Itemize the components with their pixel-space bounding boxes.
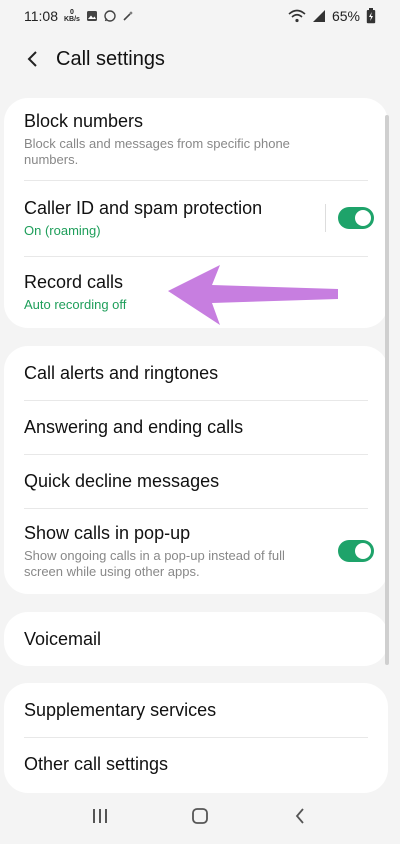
- network-speed: 0 KB/s: [64, 9, 80, 23]
- caller-id-item[interactable]: Caller ID and spam protection On (roamin…: [4, 180, 388, 256]
- toggle-divider: [325, 204, 326, 232]
- status-left: 11:08 0 KB/s: [24, 8, 134, 24]
- status-bar: 11:08 0 KB/s 65%: [0, 0, 400, 32]
- signal-icon: [312, 10, 325, 22]
- recents-button[interactable]: [80, 796, 120, 836]
- status-right: 65%: [288, 8, 376, 24]
- caller-id-title: Caller ID and spam protection: [24, 197, 263, 218]
- network-speed-value: 0: [70, 9, 74, 16]
- wifi-icon: [288, 9, 306, 23]
- caller-id-toggle[interactable]: [338, 207, 374, 229]
- supplementary-title: Supplementary services: [24, 699, 217, 720]
- annotation-arrow-icon: [168, 265, 338, 325]
- answering-ending-item[interactable]: Answering and ending calls: [4, 400, 388, 454]
- settings-group-2: Call alerts and ringtones Answering and …: [4, 346, 388, 594]
- nav-back-button[interactable]: [280, 796, 320, 836]
- whatsapp-icon: [104, 10, 116, 22]
- popup-calls-toggle[interactable]: [338, 540, 374, 562]
- answering-ending-title: Answering and ending calls: [24, 416, 244, 437]
- battery-percent: 65%: [331, 8, 360, 24]
- settings-group-4: Supplementary services Other call settin…: [4, 683, 388, 793]
- popup-calls-item[interactable]: Show calls in pop-up Show ongoing calls …: [4, 508, 388, 594]
- block-numbers-item[interactable]: Block numbers Block calls and messages f…: [4, 98, 388, 180]
- block-numbers-subtitle: Block calls and messages from specific p…: [24, 135, 290, 167]
- other-settings-title: Other call settings: [24, 753, 169, 774]
- home-button[interactable]: [180, 796, 220, 836]
- caller-id-status: On (roaming): [24, 222, 101, 238]
- recents-icon: [93, 809, 107, 823]
- app-header: Call settings: [0, 36, 400, 82]
- back-button[interactable]: [18, 44, 48, 74]
- back-icon: [295, 808, 304, 824]
- image-icon: [86, 11, 97, 21]
- chevron-left-icon: [27, 51, 37, 67]
- popup-calls-title: Show calls in pop-up: [24, 522, 191, 543]
- status-time: 11:08: [24, 8, 58, 24]
- block-numbers-title: Block numbers: [24, 110, 144, 131]
- battery-charging-icon: [366, 8, 376, 24]
- home-icon: [192, 808, 208, 824]
- supplementary-item[interactable]: Supplementary services: [4, 683, 388, 737]
- voicemail-title: Voicemail: [24, 628, 102, 649]
- quick-decline-item[interactable]: Quick decline messages: [4, 454, 388, 508]
- voicemail-item[interactable]: Voicemail: [4, 612, 388, 666]
- call-alerts-title: Call alerts and ringtones: [24, 362, 219, 383]
- settings-group-3: Voicemail: [4, 612, 388, 666]
- network-speed-unit: KB/s: [64, 16, 80, 23]
- scrollbar[interactable]: [385, 115, 389, 665]
- navigation-bar: [0, 788, 400, 844]
- other-settings-item[interactable]: Other call settings: [4, 737, 388, 791]
- quick-decline-title: Quick decline messages: [24, 470, 220, 491]
- magic-wand-icon: [123, 11, 133, 21]
- call-alerts-item[interactable]: Call alerts and ringtones: [4, 346, 388, 400]
- popup-calls-subtitle: Show ongoing calls in a pop-up instead o…: [24, 547, 285, 579]
- page-title: Call settings: [56, 47, 165, 70]
